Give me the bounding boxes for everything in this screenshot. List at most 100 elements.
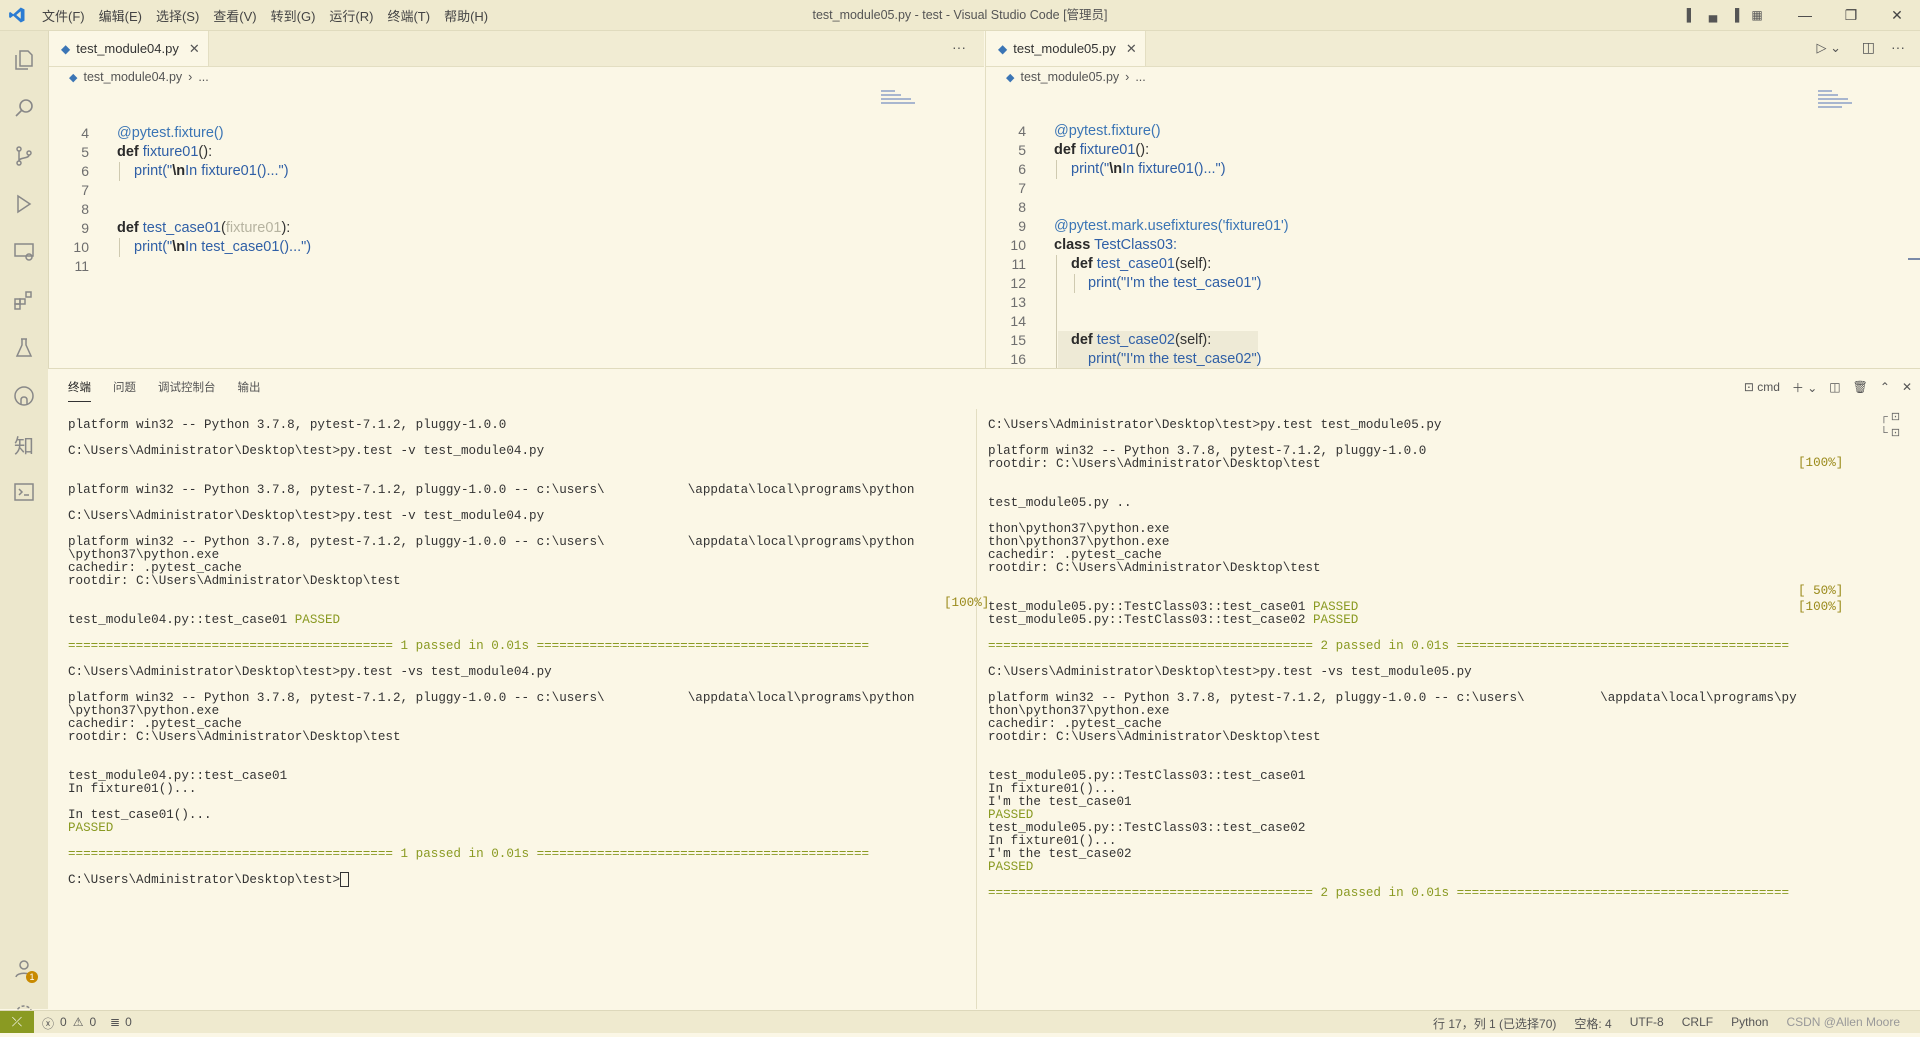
cursor-position[interactable]: 行 17，列 1 (已选择70) <box>1433 1015 1556 1032</box>
line-number: 9 <box>1018 218 1026 234</box>
toggle-primary-sidebar-icon[interactable]: ▌ <box>1680 0 1702 30</box>
menu-go[interactable]: 转到(G) <box>271 6 316 25</box>
new-terminal-icon[interactable]: ＋ ⌄ <box>1792 379 1817 396</box>
testing-icon[interactable] <box>0 325 48 371</box>
shell-label: cmd <box>1757 380 1780 394</box>
terminal-line: C:\Users\Administrator\Desktop\test>py.t… <box>68 509 545 523</box>
github-icon[interactable] <box>0 373 48 419</box>
watermark: CSDN @Allen Moore <box>1786 1015 1900 1029</box>
code-token: test_case01 <box>142 220 221 236</box>
line-number: 10 <box>1010 237 1026 253</box>
tab-problems[interactable]: 问题 <box>113 373 136 401</box>
tab-output[interactable]: 输出 <box>238 373 261 401</box>
breadcrumb-symbol[interactable]: ... <box>1135 70 1145 84</box>
menu-selection[interactable]: 选择(S) <box>156 6 199 25</box>
menu-run[interactable]: 运行(R) <box>329 6 373 25</box>
terminal-list-item[interactable]: └ ⊡ <box>1880 425 1900 441</box>
maximize-panel-icon[interactable]: ⌃ <box>1880 380 1890 394</box>
terminal-cursor <box>340 872 350 888</box>
terminal-shell-indicator[interactable]: ⊡ cmd <box>1744 380 1780 394</box>
breadcrumb-symbol[interactable]: ... <box>198 70 208 84</box>
code-token: \n <box>172 239 186 255</box>
breadcrumb-separator: › <box>188 70 193 84</box>
minimap-right[interactable] <box>1818 90 1852 110</box>
code-token: In test_case01()...") <box>185 239 312 255</box>
remote-explorer-icon[interactable] <box>0 229 48 275</box>
split-terminal-icon[interactable]: ◫ <box>1829 380 1840 394</box>
menu-file[interactable]: 文件(F) <box>42 6 85 25</box>
run-python-file-icon[interactable]: ▷ ⌄ <box>1816 40 1841 56</box>
line-number: 6 <box>1018 161 1026 177</box>
restore-button[interactable]: ❐ <box>1828 0 1874 30</box>
toggle-secondary-sidebar-icon[interactable]: ▐ <box>1724 0 1746 30</box>
close-tab-icon[interactable]: ✕ <box>1126 41 1137 57</box>
error-count: 0 <box>60 1015 67 1029</box>
terminal-split-divider[interactable] <box>976 409 977 1009</box>
panel-actions: ⊡ cmd ＋ ⌄ ◫ 🗑 ⌃ ✕ <box>1744 369 1912 405</box>
close-panel-icon[interactable]: ✕ <box>1902 380 1912 394</box>
encoding[interactable]: UTF-8 <box>1630 1015 1664 1032</box>
terminal-line: ========================================… <box>988 886 1790 900</box>
toggle-panel-icon[interactable]: ▄ <box>1702 0 1724 30</box>
menu-edit[interactable]: 编辑(E) <box>99 6 142 25</box>
percent-mark: [100%] <box>1798 456 1844 470</box>
tab-terminal[interactable]: 终端 <box>68 373 91 402</box>
code-editor-right[interactable]: 4 5 6 7 8 9 10 11 12 13 14 15 16 17 @pyt… <box>986 88 1920 386</box>
menu-view[interactable]: 查看(V) <box>213 6 256 25</box>
more-actions-icon[interactable]: ··· <box>952 39 966 55</box>
code-line: @pytest.mark.usefixtures('fixture01') <box>1054 217 1289 236</box>
accounts-icon[interactable]: 1 <box>0 945 48 991</box>
more-actions-icon[interactable]: ··· <box>1891 39 1905 55</box>
code-token: def <box>117 220 139 236</box>
terminal-right[interactable]: C:\Users\Administrator\Desktop\test>py.t… <box>988 417 1868 1007</box>
line-number: 8 <box>1018 199 1026 215</box>
minimize-button[interactable]: — <box>1782 0 1828 30</box>
code-token: print("I'm the test_case01") <box>1088 275 1262 291</box>
status-bar: ⤫ ⓧ 0 ⚠ 0 ≣ 0 行 17，列 1 (已选择70) 空格: 4 UTF-8 … <box>0 1010 1920 1033</box>
tab-test-module04[interactable]: ◆ test_module04.py ✕ <box>49 31 209 66</box>
code-editor-left[interactable]: 4 5 6 7 8 9 10 11 @pytest.fixture() def … <box>49 88 984 368</box>
zhihu-icon[interactable]: 知 <box>0 421 48 467</box>
terminal-left[interactable]: platform win32 -- Python 3.7.8, pytest-7… <box>68 417 968 1007</box>
indentation[interactable]: 空格: 4 <box>1574 1015 1611 1032</box>
warning-count: 0 <box>89 1015 97 1029</box>
terminal-line: C:\Users\Administrator\Desktop\test>py.t… <box>988 665 1472 679</box>
source-control-icon[interactable] <box>0 133 48 179</box>
breadcrumb-right: ◆ test_module05.py › ... <box>986 66 1920 88</box>
indent-guide <box>119 162 120 181</box>
code-line: print("I'm the test_case01") <box>1088 274 1261 293</box>
explorer-icon[interactable] <box>0 37 48 83</box>
code-line: def test_case02(self): <box>1071 331 1211 350</box>
close-tab-icon[interactable]: ✕ <box>189 41 200 57</box>
info-indicator[interactable]: ≣ 0 <box>110 1015 132 1029</box>
customize-layout-icon[interactable]: ▦ <box>1746 0 1768 30</box>
tab-debug-console[interactable]: 调试控制台 <box>158 373 216 401</box>
terminal-list-item[interactable]: ┌ ⊡ <box>1880 409 1900 425</box>
terminal-line: rootdir: C:\Users\Administrator\Desktop\… <box>68 574 401 588</box>
menu-help[interactable]: 帮助(H) <box>444 6 488 25</box>
split-editor-icon[interactable]: ◫ <box>1862 39 1875 56</box>
kill-terminal-icon[interactable]: 🗑 <box>1853 380 1868 394</box>
tab-test-module05[interactable]: ◆ test_module05.py ✕ <box>986 31 1146 66</box>
terminal-line: C:\Users\Administrator\Desktop\test>py.t… <box>68 665 552 679</box>
terminal-view-icon[interactable] <box>0 469 48 515</box>
run-debug-icon[interactable] <box>0 181 48 227</box>
extensions-icon[interactable] <box>0 277 48 323</box>
line-number: 15 <box>1010 332 1026 348</box>
remote-indicator-icon[interactable]: ⤫ <box>0 1011 34 1033</box>
end-of-line[interactable]: CRLF <box>1682 1015 1713 1032</box>
tab-strip-right: ◆ test_module05.py ✕ ▷ ⌄ ◫ ··· <box>986 31 1920 67</box>
breadcrumb-file[interactable]: test_module05.py <box>1020 70 1119 84</box>
percent-mark: [100%] <box>1798 600 1844 614</box>
line-number: 5 <box>81 144 89 160</box>
close-window-button[interactable]: ✕ <box>1874 0 1920 30</box>
code-token: print(" <box>1071 161 1110 177</box>
menu-terminal[interactable]: 终端(T) <box>387 6 430 25</box>
minimap-left[interactable] <box>881 90 915 106</box>
breadcrumb-file[interactable]: test_module04.py <box>83 70 182 84</box>
tab-label: test_module05.py <box>1013 41 1116 56</box>
search-icon[interactable] <box>0 85 48 131</box>
problems-indicator[interactable]: ⓧ 0 ⚠ 0 <box>42 1015 96 1032</box>
panel: 终端 问题 调试控制台 输出 ⊡ cmd ＋ ⌄ ◫ 🗑 ⌃ ✕ platfor… <box>48 368 1920 1011</box>
language-mode[interactable]: Python <box>1731 1015 1768 1032</box>
